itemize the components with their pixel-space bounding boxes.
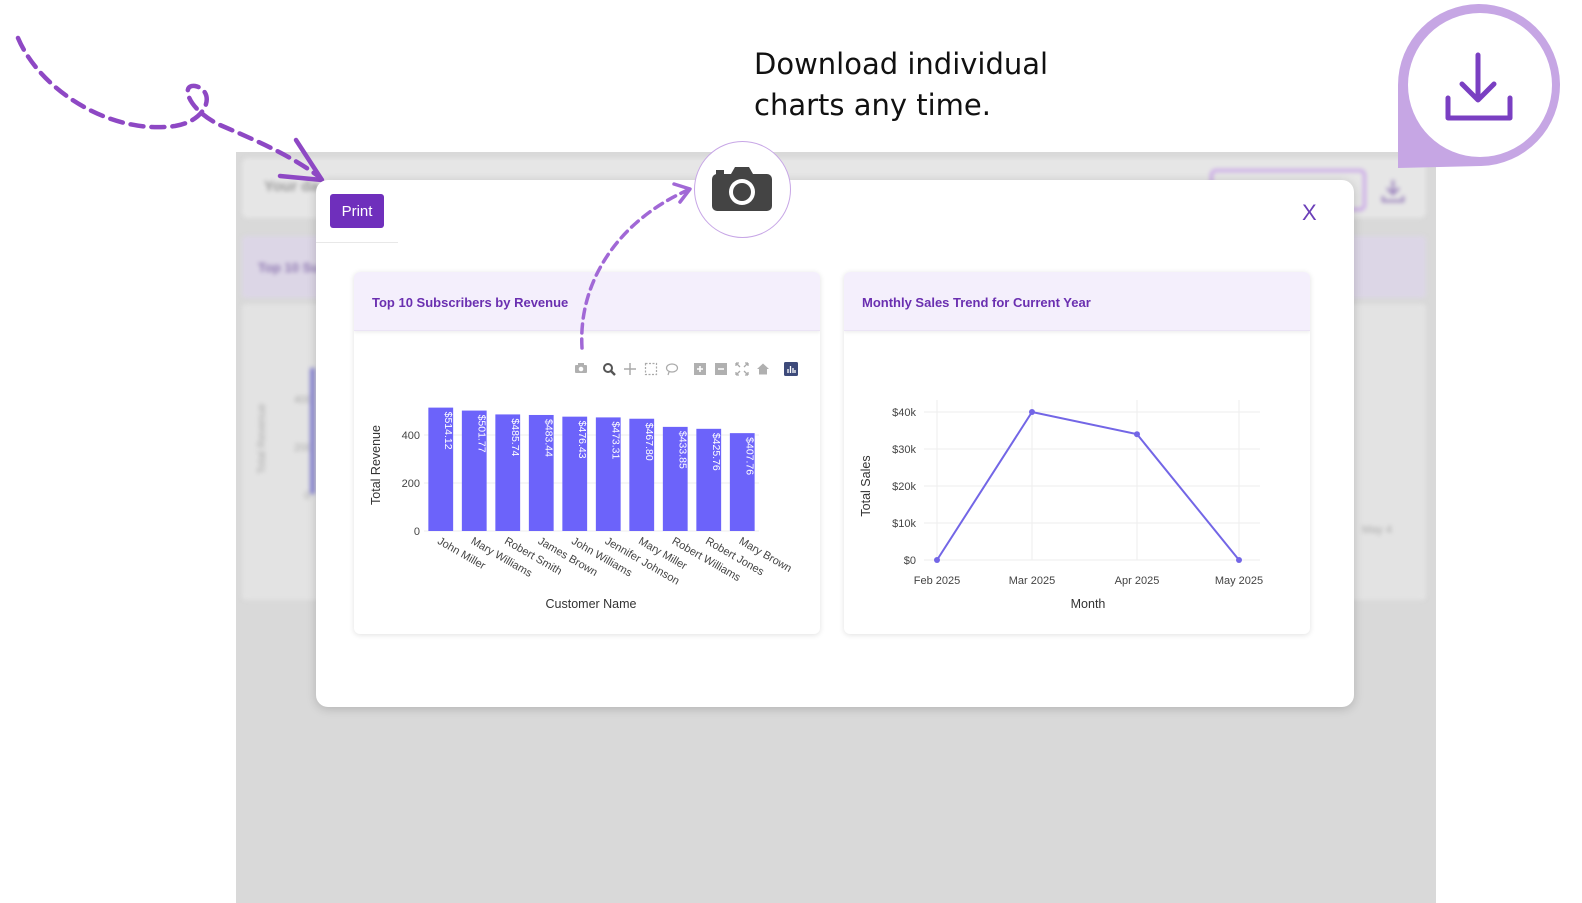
- annotation-arrow-left: [15, 35, 325, 183]
- bar-value-label: $433.85: [676, 431, 688, 469]
- annotation-text: Download individual charts any time.: [754, 44, 1048, 126]
- divider: [316, 242, 398, 243]
- camera-callout: [694, 141, 791, 238]
- x-axis-title: Month: [1071, 597, 1106, 611]
- y-tick-label: $10k: [892, 518, 916, 530]
- print-button[interactable]: Print: [330, 194, 384, 228]
- data-point: [1236, 557, 1242, 563]
- data-point: [1029, 409, 1035, 415]
- y-tick-label: $40k: [892, 407, 916, 419]
- line-chart-card: Monthly Sales Trend for Current Year $0 $…: [844, 272, 1310, 634]
- background-bar: [310, 368, 315, 494]
- background-axis-tick-right: May 4: [1362, 524, 1392, 536]
- bar-value-label: $485.74: [509, 418, 521, 456]
- y-tick-label: $30k: [892, 444, 916, 456]
- line-chart: $0 $10k $20k $30k $40k Feb 2025 Mar 2025 Apr 20…: [859, 400, 1263, 611]
- bar-value-label: $473.31: [609, 421, 621, 459]
- download-callout: [1398, 4, 1560, 168]
- bar-value-label: $483.44: [542, 419, 554, 457]
- y-tick-label: 400: [402, 430, 420, 442]
- y-axis-title: Total Revenue: [369, 425, 383, 505]
- bar-value-label: $501.77: [475, 415, 487, 453]
- data-point: [1134, 431, 1140, 438]
- y-tick-label: $20k: [892, 481, 916, 493]
- camera-icon: [712, 167, 772, 211]
- bar-value-label: $514.12: [442, 412, 454, 450]
- x-tick-label: May 2025: [1215, 575, 1263, 587]
- bar-value-label: $425.76: [710, 433, 722, 471]
- bar-value-label: $476.43: [576, 421, 588, 459]
- annotation-line-2: charts any time.: [754, 88, 991, 122]
- annotation-arrow-camera: [580, 182, 692, 350]
- y-tick-label: $0: [904, 555, 916, 567]
- background-card-title: Top 10 Su: [258, 260, 320, 275]
- y-tick-label: 200: [402, 478, 420, 490]
- x-tick-label: Apr 2025: [1115, 575, 1160, 587]
- bar-value-label: $407.76: [743, 437, 755, 475]
- y-axis-title: Total Sales: [859, 455, 873, 516]
- x-tick-label: Feb 2025: [914, 575, 960, 587]
- background-axis-label: Total Revenue: [256, 403, 268, 474]
- x-tick-label: Mar 2025: [1009, 575, 1055, 587]
- chart-download-modal: Print X Top 10 Subscribers by Revenue 0 …: [316, 180, 1354, 707]
- y-tick-label: 0: [414, 526, 420, 538]
- background-download-icon: [1378, 176, 1408, 206]
- x-axis-title: Customer Name: [546, 597, 637, 611]
- close-button[interactable]: X: [1302, 200, 1317, 226]
- annotation-line-1: Download individual: [754, 47, 1049, 81]
- bar-value-label: $467.80: [643, 423, 655, 461]
- data-point: [934, 557, 940, 563]
